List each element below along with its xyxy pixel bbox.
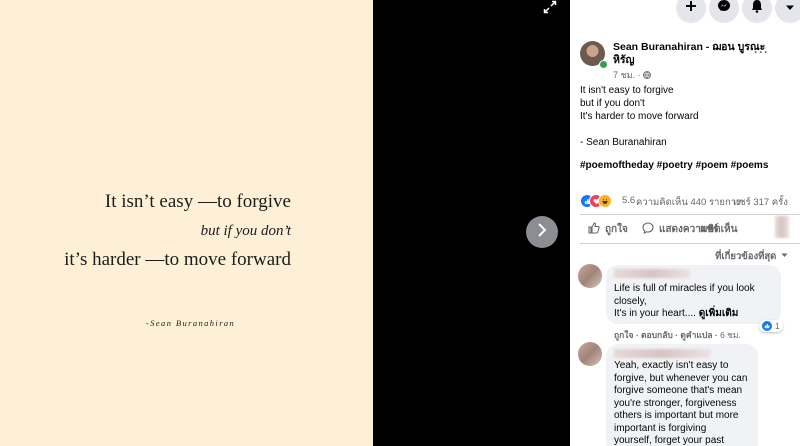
online-status-dot bbox=[599, 60, 608, 69]
post-photo: It isn’t easy —to forgive but if you don… bbox=[0, 0, 373, 446]
post-actions: ถูกใจ แสดงความคิดเห็น แชร์ bbox=[580, 218, 800, 240]
comment-text-line: important is forgiving bbox=[614, 422, 707, 434]
poem-signature: -Sean Buranahiran bbox=[146, 318, 236, 328]
comment-text-line: yourself, forget your past bbox=[614, 435, 725, 446]
haha-reaction-icon bbox=[598, 194, 612, 208]
actions-divider bbox=[580, 243, 800, 244]
like-label: ถูกใจ bbox=[605, 224, 628, 235]
plus-icon bbox=[685, 0, 697, 17]
comment-bubble: Life is full of miracles if you look clo… bbox=[606, 265, 781, 324]
poem-line-1: It isn’t easy —to forgive bbox=[104, 191, 291, 212]
comment-text-line: Yeah, exactly isn't easy to bbox=[614, 360, 729, 371]
comment-filter-label: ที่เกี่ยวข้องที่สุด bbox=[715, 251, 777, 262]
post-body-line: - Sean Buranahiran bbox=[580, 137, 667, 148]
comment-bubble: Yeah, exactly isn't easy to forgive, but… bbox=[606, 344, 758, 446]
comment-button[interactable]: แสดงความคิดเห็น bbox=[642, 222, 737, 237]
comment-text-line: others is important but more bbox=[614, 410, 739, 421]
commenter-avatar[interactable] bbox=[578, 342, 602, 366]
comment-like-link[interactable]: ถูกใจ bbox=[614, 330, 633, 340]
meta-separator: · bbox=[637, 70, 641, 80]
comment-text-line: Life is full of miracles if you look bbox=[614, 283, 755, 294]
post-meta: 7 ชม. · bbox=[613, 68, 652, 82]
bell-icon bbox=[751, 0, 763, 18]
comment-text-line: you're stronger, forgiveness bbox=[614, 397, 737, 409]
caret-down-icon bbox=[785, 0, 795, 17]
globe-icon bbox=[643, 71, 652, 81]
thumbs-up-icon bbox=[588, 222, 600, 237]
share-button[interactable]: แชร์ bbox=[700, 222, 719, 237]
comment-icon bbox=[642, 222, 654, 237]
comment-text-line: forgive someone that's mean bbox=[614, 385, 743, 396]
post-stats: 5.6 ความคิดเห็น 440 รายการ แชร์ 317 ครั้… bbox=[580, 194, 800, 210]
poem-line-3: it’s harder —to move forward bbox=[64, 249, 291, 270]
comment-text-line: closely, bbox=[614, 295, 647, 307]
account-menu-button[interactable] bbox=[775, 0, 800, 23]
comments-count[interactable]: ความคิดเห็น 440 รายการ bbox=[636, 195, 741, 210]
comment-likes-chip[interactable]: 1 bbox=[759, 320, 783, 332]
chevron-right-icon bbox=[536, 222, 548, 242]
messenger-icon bbox=[717, 0, 731, 18]
post-body-line bbox=[580, 123, 699, 136]
comment-like-count: 1 bbox=[775, 321, 780, 331]
more-options-icon[interactable]: ··· bbox=[754, 45, 769, 59]
comment-timestamp[interactable]: 6 ชม. bbox=[720, 330, 741, 340]
commenter-name-blurred[interactable] bbox=[614, 269, 690, 278]
post-body-line: It isn't easy to forgive bbox=[580, 85, 674, 96]
post-hashtags[interactable]: #poemoftheday #poetry #poem #poems bbox=[580, 160, 768, 171]
comment-text-line-end: It's in your heart.... bbox=[614, 308, 699, 319]
comment-translate-link[interactable]: ดูคำแปล bbox=[680, 330, 712, 340]
comment-text: Life is full of miracles if you look clo… bbox=[614, 283, 779, 321]
expand-icon[interactable] bbox=[543, 0, 563, 18]
comment-text-line: forgive, but whenever you can bbox=[614, 372, 748, 384]
post-body: It isn't easy to forgive but if you don'… bbox=[580, 84, 699, 149]
notifications-button[interactable] bbox=[742, 0, 772, 23]
reaction-count[interactable]: 5.6 bbox=[622, 195, 635, 206]
commenter-name-blurred[interactable] bbox=[614, 349, 710, 358]
comment-text: Yeah, exactly isn't easy to forgive, but… bbox=[614, 360, 759, 446]
shares-count[interactable]: แชร์ 317 ครั้ง bbox=[733, 195, 788, 210]
top-navigation bbox=[570, 0, 800, 30]
comment-filter-dropdown[interactable]: ที่เกี่ยวข้องที่สุด bbox=[715, 249, 788, 264]
commenter-avatar-blurred bbox=[775, 216, 789, 238]
poem-line-2: but if you don’t bbox=[200, 223, 291, 239]
create-button[interactable] bbox=[676, 0, 706, 23]
author-name[interactable]: Sean Buranahiran - ฌอน บูรณะหิรัญ bbox=[613, 41, 773, 67]
like-reaction-icon bbox=[762, 321, 772, 331]
share-label: แชร์ bbox=[700, 224, 719, 235]
stats-divider bbox=[580, 214, 800, 215]
poem-text: It isn’t easy —to forgive but if you don… bbox=[64, 188, 291, 274]
comment-label: แสดงความคิดเห็น bbox=[659, 224, 738, 235]
like-button[interactable]: ถูกใจ bbox=[588, 222, 628, 237]
commenter-avatar[interactable] bbox=[578, 264, 602, 288]
next-photo-button[interactable] bbox=[526, 216, 558, 248]
post-body-line: but if you don't bbox=[580, 98, 645, 109]
post-timestamp[interactable]: 7 ชม. bbox=[613, 70, 635, 80]
post-side-panel: Sean Buranahiran - ฌอน บูรณะหิรัญ 7 ชม. … bbox=[570, 0, 800, 446]
see-more-link[interactable]: ดูเพิ่มเติม bbox=[699, 308, 739, 319]
post-body-line: It's harder to move forward bbox=[580, 111, 699, 122]
comment-reply-link[interactable]: ตอบกลับ bbox=[641, 330, 673, 340]
comment-text-line: It's in your heart.... ดูเพิ่มเติม bbox=[614, 308, 779, 321]
caret-down-icon bbox=[781, 250, 788, 261]
comment-actions: ถูกใจ · ตอบกลับ · ดูคำแปล · 6 ชม. bbox=[614, 330, 741, 340]
messenger-button[interactable] bbox=[709, 0, 739, 23]
